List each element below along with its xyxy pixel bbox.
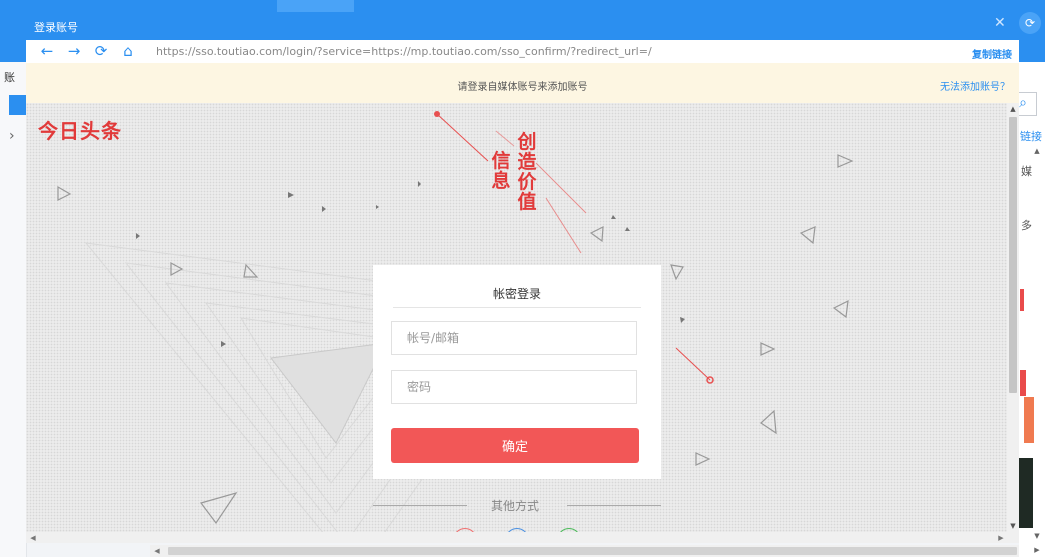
toutiao-logo: 今日头条 xyxy=(38,119,122,143)
app-right-link-label[interactable]: 链接 xyxy=(1020,128,1042,144)
home-icon[interactable]: ⌂ xyxy=(117,41,139,61)
chevron-right-icon[interactable]: › xyxy=(9,128,15,144)
scroll-up-icon[interactable]: ▲ xyxy=(1031,146,1043,156)
app-right-orange-marker xyxy=(1024,397,1034,443)
scroll-left-icon[interactable]: ◀ xyxy=(152,546,162,556)
login-card-title: 帐密登录 xyxy=(492,287,541,301)
slogan-char: 价 xyxy=(517,171,537,193)
scroll-left-icon[interactable]: ◀ xyxy=(28,533,38,543)
app-left-label: 账 xyxy=(4,71,15,84)
forward-arrow-icon[interactable]: → xyxy=(63,41,85,61)
account-input[interactable] xyxy=(391,321,637,355)
other-methods-label: 其他方式 xyxy=(491,499,540,513)
dialog-title: 登录账号 xyxy=(34,21,78,34)
cannot-add-account-link[interactable]: 无法添加账号？ xyxy=(940,78,1010,93)
scroll-up-icon[interactable]: ▲ xyxy=(1008,104,1018,114)
close-icon[interactable]: ✕ xyxy=(994,15,1006,31)
scroll-right-icon[interactable]: ▶ xyxy=(996,533,1006,543)
divider-line xyxy=(373,505,467,506)
slogan-char: 创 xyxy=(517,131,537,153)
app-right-label-1: 媒 xyxy=(1021,165,1032,178)
slogan-char: 信 xyxy=(491,150,511,172)
app-top-tab[interactable] xyxy=(277,0,354,12)
app-right-label-2: 多 xyxy=(1021,219,1032,232)
url-field[interactable]: https://sso.toutiao.com/login/?service=h… xyxy=(156,45,652,58)
app-right-dark-thumbnail xyxy=(1018,458,1033,528)
back-arrow-icon[interactable]: ← xyxy=(36,41,58,61)
scrollbar-thumb[interactable] xyxy=(1009,117,1017,393)
scrollbar-thumb[interactable] xyxy=(168,547,1017,555)
copy-link-button[interactable]: 复制链接 xyxy=(972,46,1012,61)
login-page-content: 今日头条 信 息 创 造 价 值 帐密登录 确定 其他方式 xyxy=(26,103,1007,532)
slogan-left-column: 信 息 xyxy=(490,151,512,191)
dialog-horizontal-scrollbar[interactable] xyxy=(26,532,1019,543)
scroll-down-icon[interactable]: ▼ xyxy=(1031,531,1043,541)
slogan-char: 造 xyxy=(517,151,537,173)
slogan-right-column: 创 造 价 值 xyxy=(516,132,538,212)
login-card: 帐密登录 确定 xyxy=(373,265,661,479)
slogan-char: 息 xyxy=(491,170,511,192)
confirm-login-button[interactable]: 确定 xyxy=(391,428,639,463)
refresh-icon[interactable]: ⟳ xyxy=(1019,12,1041,34)
refresh-icon[interactable]: ⟳ xyxy=(90,41,112,61)
card-divider xyxy=(393,307,641,308)
app-left-blue-button[interactable] xyxy=(9,95,26,115)
slogan-char: 值 xyxy=(517,191,537,213)
notice-text: 请登录自媒体账号来添加账号 xyxy=(457,82,588,93)
app-right-red-marker xyxy=(1020,289,1024,311)
password-input[interactable] xyxy=(391,370,637,404)
scroll-right-icon[interactable]: ▶ xyxy=(1031,545,1043,555)
divider-line xyxy=(567,505,661,506)
app-right-red-marker xyxy=(1020,370,1026,396)
scroll-down-icon[interactable]: ▼ xyxy=(1008,521,1018,531)
dialog-title-bar xyxy=(26,12,1019,40)
